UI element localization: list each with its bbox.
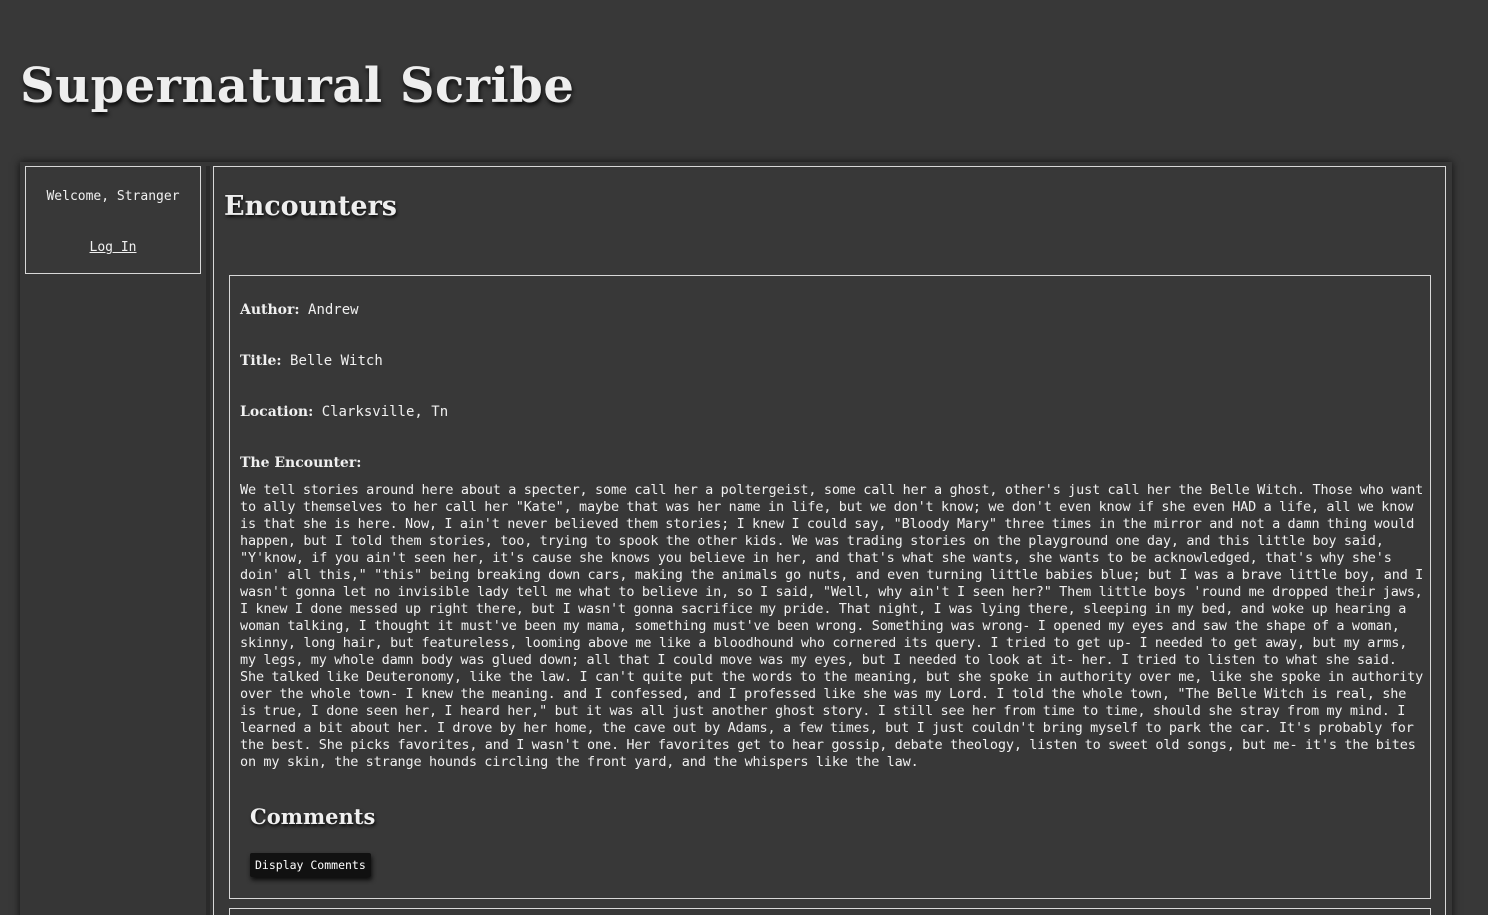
comments-heading: Comments [250,804,376,829]
title-label: Title: [240,353,282,369]
location-field: Location: Clarksville, Tn [240,404,448,420]
author-field: Author: Andrew [240,302,359,318]
author-label: Author: [240,302,300,318]
author-value: Andrew [308,302,359,318]
next-post-card [229,908,1431,915]
welcome-text: Welcome, Stranger [46,189,180,204]
encounter-text: We tell stories around here about a spec… [240,482,1424,770]
post-card: Author: Andrew Title: Belle Witch Locati… [229,275,1431,899]
title-value: Belle Witch [290,353,383,369]
location-label: Location: [240,404,314,420]
encounter-label: The Encounter: [240,455,362,471]
encounter-field: The Encounter: [240,455,361,471]
section-title: Encounters [224,191,397,222]
sidebar-divider [206,166,210,915]
sidebar: Welcome, Stranger Log In [25,166,201,274]
login-link[interactable]: Log In [26,240,200,255]
main-content: Encounters Author: Andrew Title: Belle W… [213,166,1446,915]
title-field: Title: Belle Witch [240,353,383,369]
site-title: Supernatural Scribe [20,58,575,114]
display-comments-button[interactable]: Display Comments [250,853,371,877]
location-value: Clarksville, Tn [321,404,449,420]
